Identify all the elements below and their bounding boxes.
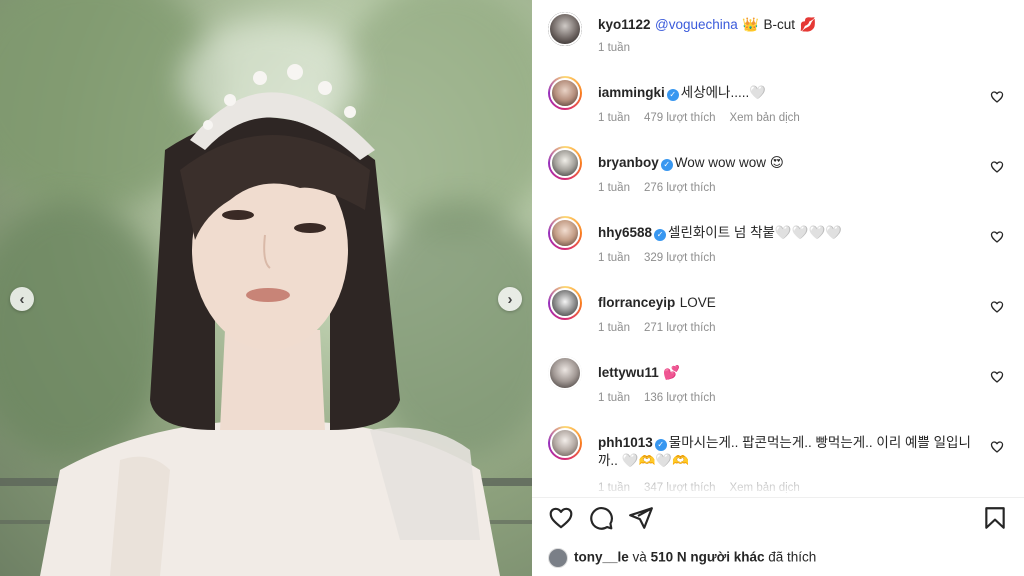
verified-badge-icon: ✓ (666, 89, 679, 101)
caption-text: B-cut (763, 17, 796, 32)
comment-likes[interactable]: 329 lượt thích (644, 252, 716, 264)
likes-connector: và (632, 549, 647, 565)
comment-text: LOVE (679, 295, 716, 310)
commenter-avatar[interactable] (548, 146, 582, 180)
portrait-figure (40, 64, 500, 576)
caption-time[interactable]: 1 tuần (598, 42, 630, 54)
commenter-username[interactable]: hhy6588 (598, 225, 652, 240)
comment-time[interactable]: 1 tuần (598, 252, 630, 264)
mention-link[interactable]: @voguechina (655, 17, 738, 32)
commenter-avatar[interactable] (548, 216, 582, 250)
share-icon[interactable] (628, 505, 654, 531)
comment-time[interactable]: 1 tuần (598, 112, 630, 124)
comment-text: 셀린화이트 넘 착붙🤍🤍🤍🤍 (668, 225, 843, 240)
comment-meta: 1 tuần 329 lượt thích (598, 252, 729, 264)
comment-heart-icon[interactable] (990, 160, 1004, 174)
caption-trailing-emoji: 💋 (799, 17, 817, 32)
commenter-username[interactable]: bryanboy (598, 155, 659, 170)
comment-text-line: bryanboy ✓ Wow wow wow 😍 (598, 154, 972, 172)
list-fade (532, 470, 1024, 498)
verified-badge-icon: ✓ (660, 159, 673, 171)
commenter-username[interactable]: phh1013 (598, 435, 653, 450)
comment-row: iammingki ✓ 세상에나.....🤍 1 tuần 479 lượt thích… (548, 76, 1012, 146)
comment-heart-icon[interactable] (990, 230, 1004, 244)
comment-meta: 1 tuần 479 lượt thích Xem bản dịch (598, 112, 814, 124)
comment-row: hhy6588 ✓ 셀린화이트 넘 착붙🤍🤍🤍🤍 1 tuần 329 lượt thí… (548, 216, 1012, 286)
comment-text-line: iammingki ✓ 세상에나.....🤍 (598, 84, 972, 102)
bookmark-icon[interactable] (982, 505, 1008, 531)
comment-meta: 1 tuần 271 lượt thích (598, 322, 729, 334)
commenter-username[interactable]: lettywu11 (598, 365, 659, 380)
comment-text-line: hhy6588 ✓ 셀린화이트 넘 착붙🤍🤍🤍🤍 (598, 224, 972, 242)
verified-badge-icon: ✓ (654, 439, 667, 451)
comment-meta: 1 tuần 136 lượt thích (598, 392, 729, 404)
chevron-right-icon[interactable]: › (498, 287, 522, 311)
commenter-avatar[interactable] (548, 286, 582, 320)
see-translation-link[interactable]: Xem bản dịch (729, 112, 799, 124)
comment-meta: 1 tuần 276 lượt thích (598, 182, 729, 194)
caption-emoji: 👑 (742, 17, 760, 32)
comment-row: florranceyip LOVE 1 tuần 271 lượt thích (548, 286, 1012, 356)
heart-icon[interactable] (548, 505, 574, 531)
liker-username[interactable]: tony__le (574, 550, 629, 565)
commenter-avatar[interactable] (548, 356, 582, 390)
likes-count[interactable]: 510 N người khác (651, 550, 765, 565)
comment-time[interactable]: 1 tuần (598, 182, 630, 194)
action-bar (548, 505, 1008, 535)
author-avatar[interactable] (548, 12, 582, 46)
comment-time[interactable]: 1 tuần (598, 322, 630, 334)
comment-likes[interactable]: 276 lượt thích (644, 182, 716, 194)
comment-likes[interactable]: 479 lượt thích (644, 112, 716, 124)
comment-heart-icon[interactable] (990, 300, 1004, 314)
post-photo: ‹ › (0, 0, 532, 576)
likes-summary: tony__le và 510 N người khác đã thích (548, 548, 816, 568)
comment-text-line: lettywu11 💕 (598, 364, 972, 382)
post-caption: kyo1122 @voguechina 👑 B-cut 💋 1 tuần (548, 12, 1008, 62)
commenter-avatar[interactable] (548, 426, 582, 460)
comment-text: 세상에나.....🤍 (680, 85, 767, 100)
commenter-avatar[interactable] (548, 76, 582, 110)
comment-text: Wow wow wow 😍 (674, 155, 784, 170)
verified-badge-icon: ✓ (654, 229, 667, 241)
comment-text-line: florranceyip LOVE (598, 294, 972, 312)
divider (532, 497, 1024, 498)
comments-panel: kyo1122 @voguechina 👑 B-cut 💋 1 tuần iam… (532, 0, 1024, 576)
likes-suffix: đã thích (768, 549, 817, 565)
comment-row: bryanboy ✓ Wow wow wow 😍 1 tuần 276 lượt thí… (548, 146, 1012, 216)
comment-likes[interactable]: 136 lượt thích (644, 392, 716, 404)
comment-heart-icon[interactable] (990, 370, 1004, 384)
comment-icon[interactable] (588, 505, 614, 531)
liker-avatar[interactable] (548, 548, 568, 568)
commenter-username[interactable]: florranceyip (598, 295, 675, 310)
commenter-username[interactable]: iammingki (598, 85, 665, 100)
comment-text-line: phh1013 ✓ 물마시는게.. 팝콘먹는게.. 빵먹는게.. 이리 예쁠 일입니… (598, 434, 972, 470)
comment-time[interactable]: 1 tuần (598, 392, 630, 404)
comment-text: 물마시는게.. 팝콘먹는게.. 빵먹는게.. 이리 예쁠 일입니 까.. 🤍🫶🤍… (598, 435, 971, 468)
comment-likes[interactable]: 271 lượt thích (644, 322, 716, 334)
comment-row: lettywu11 💕 1 tuần 136 lượt thích (548, 356, 1012, 426)
comment-heart-icon[interactable] (990, 90, 1004, 104)
comment-heart-icon[interactable] (990, 440, 1004, 454)
author-username[interactable]: kyo1122 (598, 17, 651, 32)
chevron-left-icon[interactable]: ‹ (10, 287, 34, 311)
comment-text: 💕 (663, 365, 681, 380)
